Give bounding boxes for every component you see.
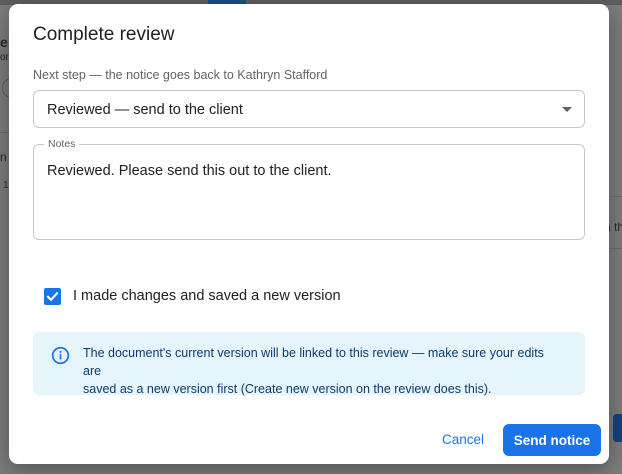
cancel-button[interactable]: Cancel xyxy=(437,424,489,454)
info-text-line: The document's current version will be l… xyxy=(83,346,544,378)
background-divider xyxy=(609,248,622,249)
background-divider xyxy=(609,196,622,197)
background-text-fragment: 1 xyxy=(3,180,9,191)
chevron-down-icon xyxy=(562,107,572,112)
saved-new-version-label: I made changes and saved a new version xyxy=(73,288,341,304)
info-text-line: saved as a new version first (Create new… xyxy=(83,382,492,396)
send-notice-button[interactable]: Send notice xyxy=(503,424,601,456)
info-banner: The document's current version will be l… xyxy=(33,332,585,398)
background-text-fragment: e xyxy=(0,34,8,50)
complete-review-dialog: Complete review Next step — the notice g… xyxy=(9,4,609,464)
dialog-title: Complete review xyxy=(33,24,175,45)
next-step-selected-value: Reviewed — send to the client xyxy=(47,102,243,118)
background-button xyxy=(613,414,622,442)
notes-value: Reviewed. Please send this out to the cl… xyxy=(47,163,332,179)
check-icon xyxy=(46,291,59,301)
saved-new-version-checkbox[interactable] xyxy=(44,287,61,305)
info-text: The document's current version will be l… xyxy=(83,344,563,398)
notes-label: Notes xyxy=(44,138,80,150)
background-divider xyxy=(0,132,9,133)
notes-field[interactable]: Notes Reviewed. Please send this out to … xyxy=(33,138,585,240)
next-step-label: Next step — the notice goes back to Kath… xyxy=(33,68,328,82)
saved-new-version-checkbox-row[interactable]: I made changes and saved a new version xyxy=(44,286,341,306)
background-text-fragment: n xyxy=(0,150,7,164)
next-step-select[interactable]: Reviewed — send to the client xyxy=(33,90,585,128)
info-icon xyxy=(51,346,70,365)
